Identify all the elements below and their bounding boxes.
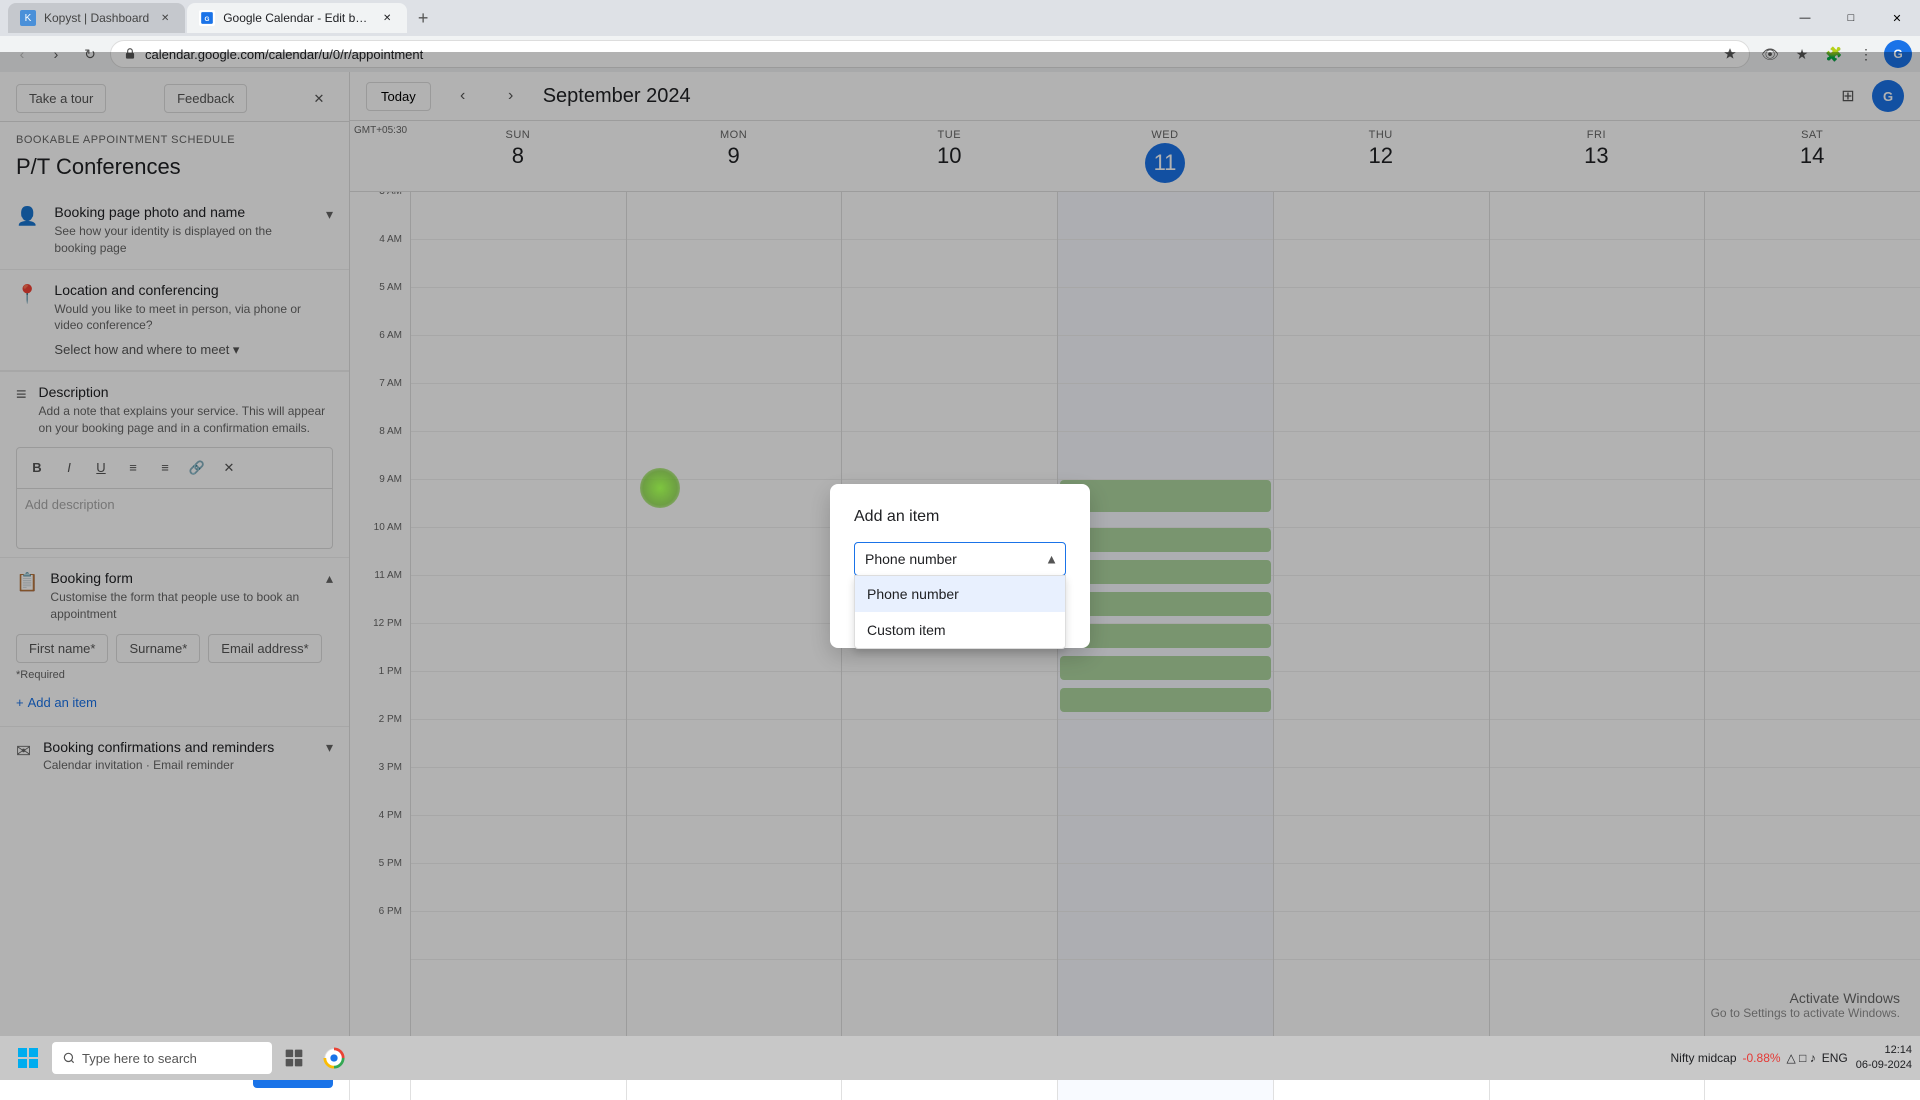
nifty-midcap: Nifty midcap [1670,1051,1736,1065]
dropdown-item-phone[interactable]: Phone number [855,576,1065,612]
svg-text:G: G [205,16,210,23]
add-item-modal: Add an item Phone number Custom item ▲ P… [830,484,1090,648]
taskbar-date: 06-09-2024 [1856,1058,1912,1073]
tab-kopyst-close[interactable]: ✕ [157,10,173,26]
start-button[interactable] [8,1038,48,1078]
modal-select-wrapper: Phone number Custom item ▲ Phone number … [854,542,1066,576]
search-icon [62,1051,76,1065]
taskbar-search[interactable]: Type here to search [52,1042,272,1074]
tab-google-calendar-title: Google Calendar - Edit bookab... [223,11,371,25]
tab-kopyst[interactable]: K Kopyst | Dashboard ✕ [8,3,185,33]
taskbar-right: Nifty midcap -0.88% △ □ ♪ ENG 12:14 06-0… [1670,1043,1912,1074]
modal-title: Add an item [854,508,1066,526]
maximize-button[interactable]: □ [1828,0,1874,36]
window-controls: — □ ✕ [1782,0,1920,36]
close-button[interactable]: ✕ [1874,0,1920,36]
taskview-button[interactable] [276,1040,312,1076]
taskbar-chrome-icon[interactable] [316,1040,352,1076]
tab-google-calendar-close[interactable]: ✕ [379,10,395,26]
taskbar-search-text: Type here to search [82,1051,197,1066]
taskbar: Type here to search Nifty midcap -0.88% … [0,1036,1920,1080]
windows-icon [18,1048,38,1068]
item-type-select[interactable]: Phone number Custom item [854,542,1066,576]
systray: Nifty midcap -0.88% △ □ ♪ ENG [1670,1051,1847,1065]
nifty-val: -0.88% [1743,1051,1781,1065]
dropdown-item-custom[interactable]: Custom item [855,612,1065,648]
systray-icons: △ □ ♪ [1787,1051,1816,1065]
dropdown-open: Phone number Custom item [854,575,1066,649]
tab-kopyst-title: Kopyst | Dashboard [44,11,149,25]
lang-label: ENG [1822,1051,1848,1065]
new-tab-button[interactable]: + [409,4,437,32]
taskbar-time: 12:14 [1856,1043,1912,1058]
minimize-button[interactable]: — [1782,0,1828,36]
tab-bar: K Kopyst | Dashboard ✕ G Google Calendar… [0,0,1920,36]
modal-overlay[interactable]: Add an item Phone number Custom item ▲ P… [0,52,1920,1080]
tab-google-calendar[interactable]: G Google Calendar - Edit bookab... ✕ [187,3,407,33]
taskbar-datetime: 12:14 06-09-2024 [1856,1043,1912,1074]
